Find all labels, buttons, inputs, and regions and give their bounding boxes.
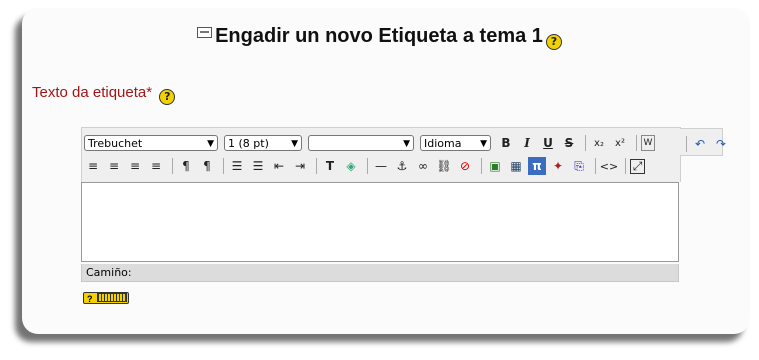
toolbar-separator: [686, 136, 687, 152]
chevron-down-icon: ▼: [480, 139, 487, 149]
toolbar-separator: [223, 158, 224, 174]
subscript-button[interactable]: x₂: [590, 134, 608, 152]
strikethrough-button[interactable]: S: [560, 134, 578, 152]
superscript-button[interactable]: x²: [611, 134, 629, 152]
toolbar-separator: [316, 158, 317, 174]
redo-button[interactable]: ↷: [712, 135, 730, 153]
toolbar-separator: [595, 158, 596, 174]
path-label: Camiño:: [86, 266, 132, 279]
field-label: Texto da etiqueta* ?: [32, 84, 176, 105]
nolink-icon[interactable]: ⊘: [456, 157, 474, 175]
rtl-icon[interactable]: ¶: [198, 157, 216, 175]
rich-text-editor: Trebuchet ▼ 1 (8 pt) ▼ ▼ Idioma ▼ B I U …: [81, 127, 726, 282]
font-family-value: Trebuchet: [88, 137, 143, 150]
language-value: Idioma: [424, 137, 462, 150]
anchor-icon[interactable]: ⚓: [393, 157, 411, 175]
toolbar-separator: [636, 135, 637, 151]
align-center-icon[interactable]: ≡: [105, 157, 123, 175]
font-size-value: 1 (8 pt): [228, 137, 269, 150]
paste-word-button[interactable]: W: [641, 135, 655, 151]
page-title-text: Engadir un novo Etiqueta a tema 1: [215, 25, 543, 47]
field-help-icon[interactable]: ?: [159, 89, 176, 105]
fullscreen-icon[interactable]: ⤢: [630, 158, 645, 174]
outdent-icon[interactable]: ⇤: [270, 157, 288, 175]
chevron-down-icon: ▼: [291, 139, 298, 149]
field-label-text: Texto da etiqueta*: [32, 84, 153, 101]
ordered-list-icon[interactable]: ☰: [228, 157, 246, 175]
toolbar-row-2: ≡ ≡ ≡ ≡ ¶ ¶ ☰ ☰ ⇤ ⇥ T ◈ — ⚓ ∞ ⛓ ⊘ ▣ ▦ π …: [84, 155, 648, 177]
italic-button[interactable]: I: [518, 134, 536, 152]
underline-button[interactable]: U: [539, 134, 557, 152]
toolbar-separator: [481, 158, 482, 174]
keyboard-icon: [97, 293, 128, 302]
special-char-icon[interactable]: ✦: [549, 157, 567, 175]
link-icon[interactable]: ∞: [414, 157, 432, 175]
search-replace-icon[interactable]: ⎘: [570, 157, 588, 175]
toolbar-separator: [367, 158, 368, 174]
bold-button[interactable]: B: [497, 134, 515, 152]
align-left-icon[interactable]: ≡: [84, 157, 102, 175]
background-color-icon[interactable]: ◈: [342, 157, 360, 175]
toolbar-separator: [585, 135, 586, 151]
table-icon[interactable]: ▦: [507, 157, 525, 175]
toolbar-row-1: Trebuchet ▼ 1 (8 pt) ▼ ▼ Idioma ▼ B I U …: [84, 132, 658, 154]
indent-icon[interactable]: ⇥: [291, 157, 309, 175]
unlink-icon[interactable]: ⛓: [435, 157, 453, 175]
keyboard-help-button[interactable]: ?: [83, 292, 129, 304]
align-right-icon[interactable]: ≡: [126, 157, 144, 175]
justify-icon[interactable]: ≡: [147, 157, 165, 175]
help-glyph: ?: [87, 294, 93, 304]
toolbar-extension: ↶ ↷: [680, 128, 726, 156]
undo-button[interactable]: ↶: [691, 135, 709, 153]
html-source-icon[interactable]: <>: [600, 157, 618, 175]
font-size-select[interactable]: 1 (8 pt) ▼: [224, 135, 302, 151]
toolbar-separator: [172, 158, 173, 174]
editor-toolbar: Trebuchet ▼ 1 (8 pt) ▼ ▼ Idioma ▼ B I U …: [81, 127, 726, 182]
chevron-down-icon: ▼: [403, 139, 410, 149]
text-color-icon[interactable]: T: [321, 157, 339, 175]
unordered-list-icon[interactable]: ☰: [249, 157, 267, 175]
language-select[interactable]: Idioma ▼: [420, 135, 491, 151]
label-module-icon: [197, 27, 213, 38]
page-title: Engadir un novo Etiqueta a tema 1?: [0, 25, 759, 50]
editor-path-bar: Camiño:: [81, 264, 679, 282]
ltr-icon[interactable]: ¶: [177, 157, 195, 175]
title-help-icon[interactable]: ?: [545, 34, 562, 50]
font-family-select[interactable]: Trebuchet ▼: [84, 135, 218, 151]
format-select[interactable]: ▼: [308, 135, 414, 151]
editor-content-area[interactable]: [81, 182, 679, 262]
horizontal-rule-icon[interactable]: —: [372, 157, 390, 175]
math-icon[interactable]: π: [528, 157, 546, 175]
image-icon[interactable]: ▣: [486, 157, 504, 175]
toolbar-separator: [625, 158, 626, 174]
chevron-down-icon: ▼: [207, 139, 214, 149]
